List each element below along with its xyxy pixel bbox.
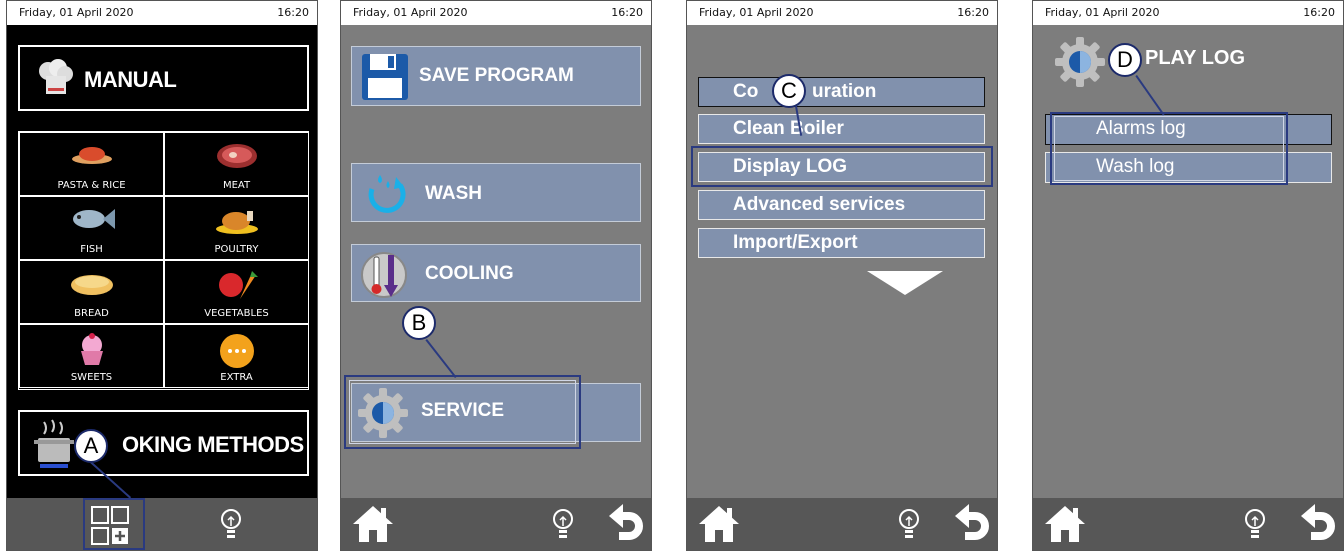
- menu-item-label: Advanced services: [733, 194, 906, 215]
- screen-main-menu: Friday, 01 April 2020 16:20 SAVE PROGRAM…: [340, 0, 652, 551]
- status-bar: Friday, 01 April 2020 16:20: [687, 1, 997, 26]
- category-bread[interactable]: BREAD: [19, 260, 164, 324]
- bottom-bar: [7, 498, 317, 550]
- back-icon[interactable]: [1299, 504, 1335, 544]
- menu-item-configuration[interactable]: Co uration: [698, 77, 985, 107]
- scroll-down-icon[interactable]: [867, 271, 943, 295]
- category-poultry[interactable]: POULTRY: [164, 196, 309, 260]
- extra-icon: [219, 334, 254, 368]
- category-label: FISH: [80, 244, 103, 255]
- category-label: MEAT: [222, 180, 251, 191]
- meat-icon: [216, 144, 257, 168]
- lightbulb-icon[interactable]: [219, 508, 243, 542]
- cooking-methods-label: OKING METHODS: [122, 432, 304, 457]
- cooking-pot-icon: [34, 419, 74, 468]
- manual-label: MANUAL: [84, 67, 177, 92]
- service-label: SERVICE: [421, 400, 505, 421]
- callout-a: A: [74, 429, 108, 463]
- category-vegetables[interactable]: VEGETABLES: [164, 260, 309, 324]
- menu-item-import-export[interactable]: Import/Export: [698, 228, 985, 258]
- status-time: 16:20: [1303, 6, 1335, 19]
- callout-b: B: [402, 306, 436, 340]
- status-date: Friday, 01 April 2020: [19, 6, 134, 19]
- menu-item-label: Clean Boiler: [733, 118, 844, 139]
- lightbulb-icon[interactable]: [1243, 508, 1267, 542]
- bottom-bar: [341, 498, 651, 550]
- home-icon[interactable]: [351, 504, 395, 544]
- fish-icon: [72, 209, 115, 229]
- status-date: Friday, 01 April 2020: [1045, 6, 1160, 19]
- category-label: POULTRY: [214, 244, 259, 255]
- grid-plus-icon[interactable]: [91, 506, 131, 548]
- screen-background: [1033, 25, 1343, 498]
- chef-hat-icon: [39, 59, 73, 94]
- category-sweets[interactable]: SWEETS: [19, 324, 164, 388]
- gear-icon: [1055, 37, 1105, 87]
- page-title: PLAY LOG: [1145, 47, 1246, 69]
- cooling-button[interactable]: COOLING: [351, 244, 641, 302]
- lightbulb-icon[interactable]: [551, 508, 575, 542]
- status-bar: Friday, 01 April 2020 16:20: [341, 1, 651, 26]
- status-time: 16:20: [277, 6, 309, 19]
- status-bar: Friday, 01 April 2020 16:20: [1033, 1, 1343, 26]
- save-program-label: SAVE PROGRAM: [419, 65, 574, 86]
- manual-button[interactable]: MANUAL: [18, 45, 309, 111]
- highlight-inner: [1054, 116, 1284, 181]
- status-date: Friday, 01 April 2020: [353, 6, 468, 19]
- cooling-icon: [361, 252, 407, 298]
- screen-service-menu: Friday, 01 April 2020 16:20 Co uration C…: [686, 0, 998, 551]
- callout-d: D: [1108, 43, 1142, 77]
- menu-item-label: Co: [733, 81, 759, 102]
- status-time: 16:20: [611, 6, 643, 19]
- wash-button[interactable]: WASH: [351, 163, 641, 222]
- category-fish[interactable]: FISH: [19, 196, 164, 260]
- status-time: 16:20: [957, 6, 989, 19]
- menu-item-label-suffix: uration: [812, 81, 877, 102]
- home-icon[interactable]: [1043, 504, 1087, 544]
- vegetables-icon: [218, 271, 258, 299]
- highlight-box: [691, 146, 993, 187]
- menu-item-clean-boiler[interactable]: Clean Boiler: [698, 114, 985, 144]
- back-icon[interactable]: [607, 504, 643, 544]
- home-icon[interactable]: [697, 504, 741, 544]
- status-date: Friday, 01 April 2020: [699, 6, 814, 19]
- category-label: PASTA & RICE: [57, 180, 126, 191]
- wash-label: WASH: [425, 183, 482, 204]
- category-extra[interactable]: EXTRA: [164, 324, 309, 388]
- category-label: SWEETS: [70, 372, 113, 383]
- pasta-icon: [71, 147, 112, 164]
- category-label: BREAD: [74, 308, 109, 319]
- cooling-label: COOLING: [425, 263, 514, 284]
- menu-item-label: Import/Export: [733, 232, 858, 253]
- gear-icon: [358, 388, 408, 438]
- menu-item-advanced-services[interactable]: Advanced services: [698, 190, 985, 220]
- category-label: EXTRA: [220, 372, 253, 383]
- screen-display-log: Friday, 01 April 2020 16:20 PLAY LOG Ala…: [1032, 0, 1344, 551]
- bread-icon: [70, 275, 113, 295]
- cooking-methods-button[interactable]: OKING METHODS: [18, 410, 309, 476]
- lightbulb-icon[interactable]: [897, 508, 921, 542]
- bottom-bar: [1033, 498, 1343, 550]
- category-meat[interactable]: MEAT: [164, 132, 309, 196]
- back-icon[interactable]: [953, 504, 989, 544]
- wash-icon: [368, 175, 406, 213]
- category-label: VEGETABLES: [204, 308, 269, 319]
- bottom-bar: [687, 498, 997, 550]
- poultry-icon: [215, 211, 258, 234]
- category-grid: PASTA & RICE MEAT FISH POULTRY BREAD VEG…: [18, 131, 309, 390]
- screen-manual: Friday, 01 April 2020 16:20 MANUAL PASTA…: [6, 0, 318, 551]
- category-pasta-rice[interactable]: PASTA & RICE: [19, 132, 164, 196]
- cupcake-icon: [80, 333, 103, 365]
- save-icon: [362, 54, 408, 100]
- callout-c: C: [772, 74, 806, 108]
- save-program-button[interactable]: SAVE PROGRAM: [351, 46, 641, 106]
- status-bar: Friday, 01 April 2020 16:20: [7, 1, 317, 26]
